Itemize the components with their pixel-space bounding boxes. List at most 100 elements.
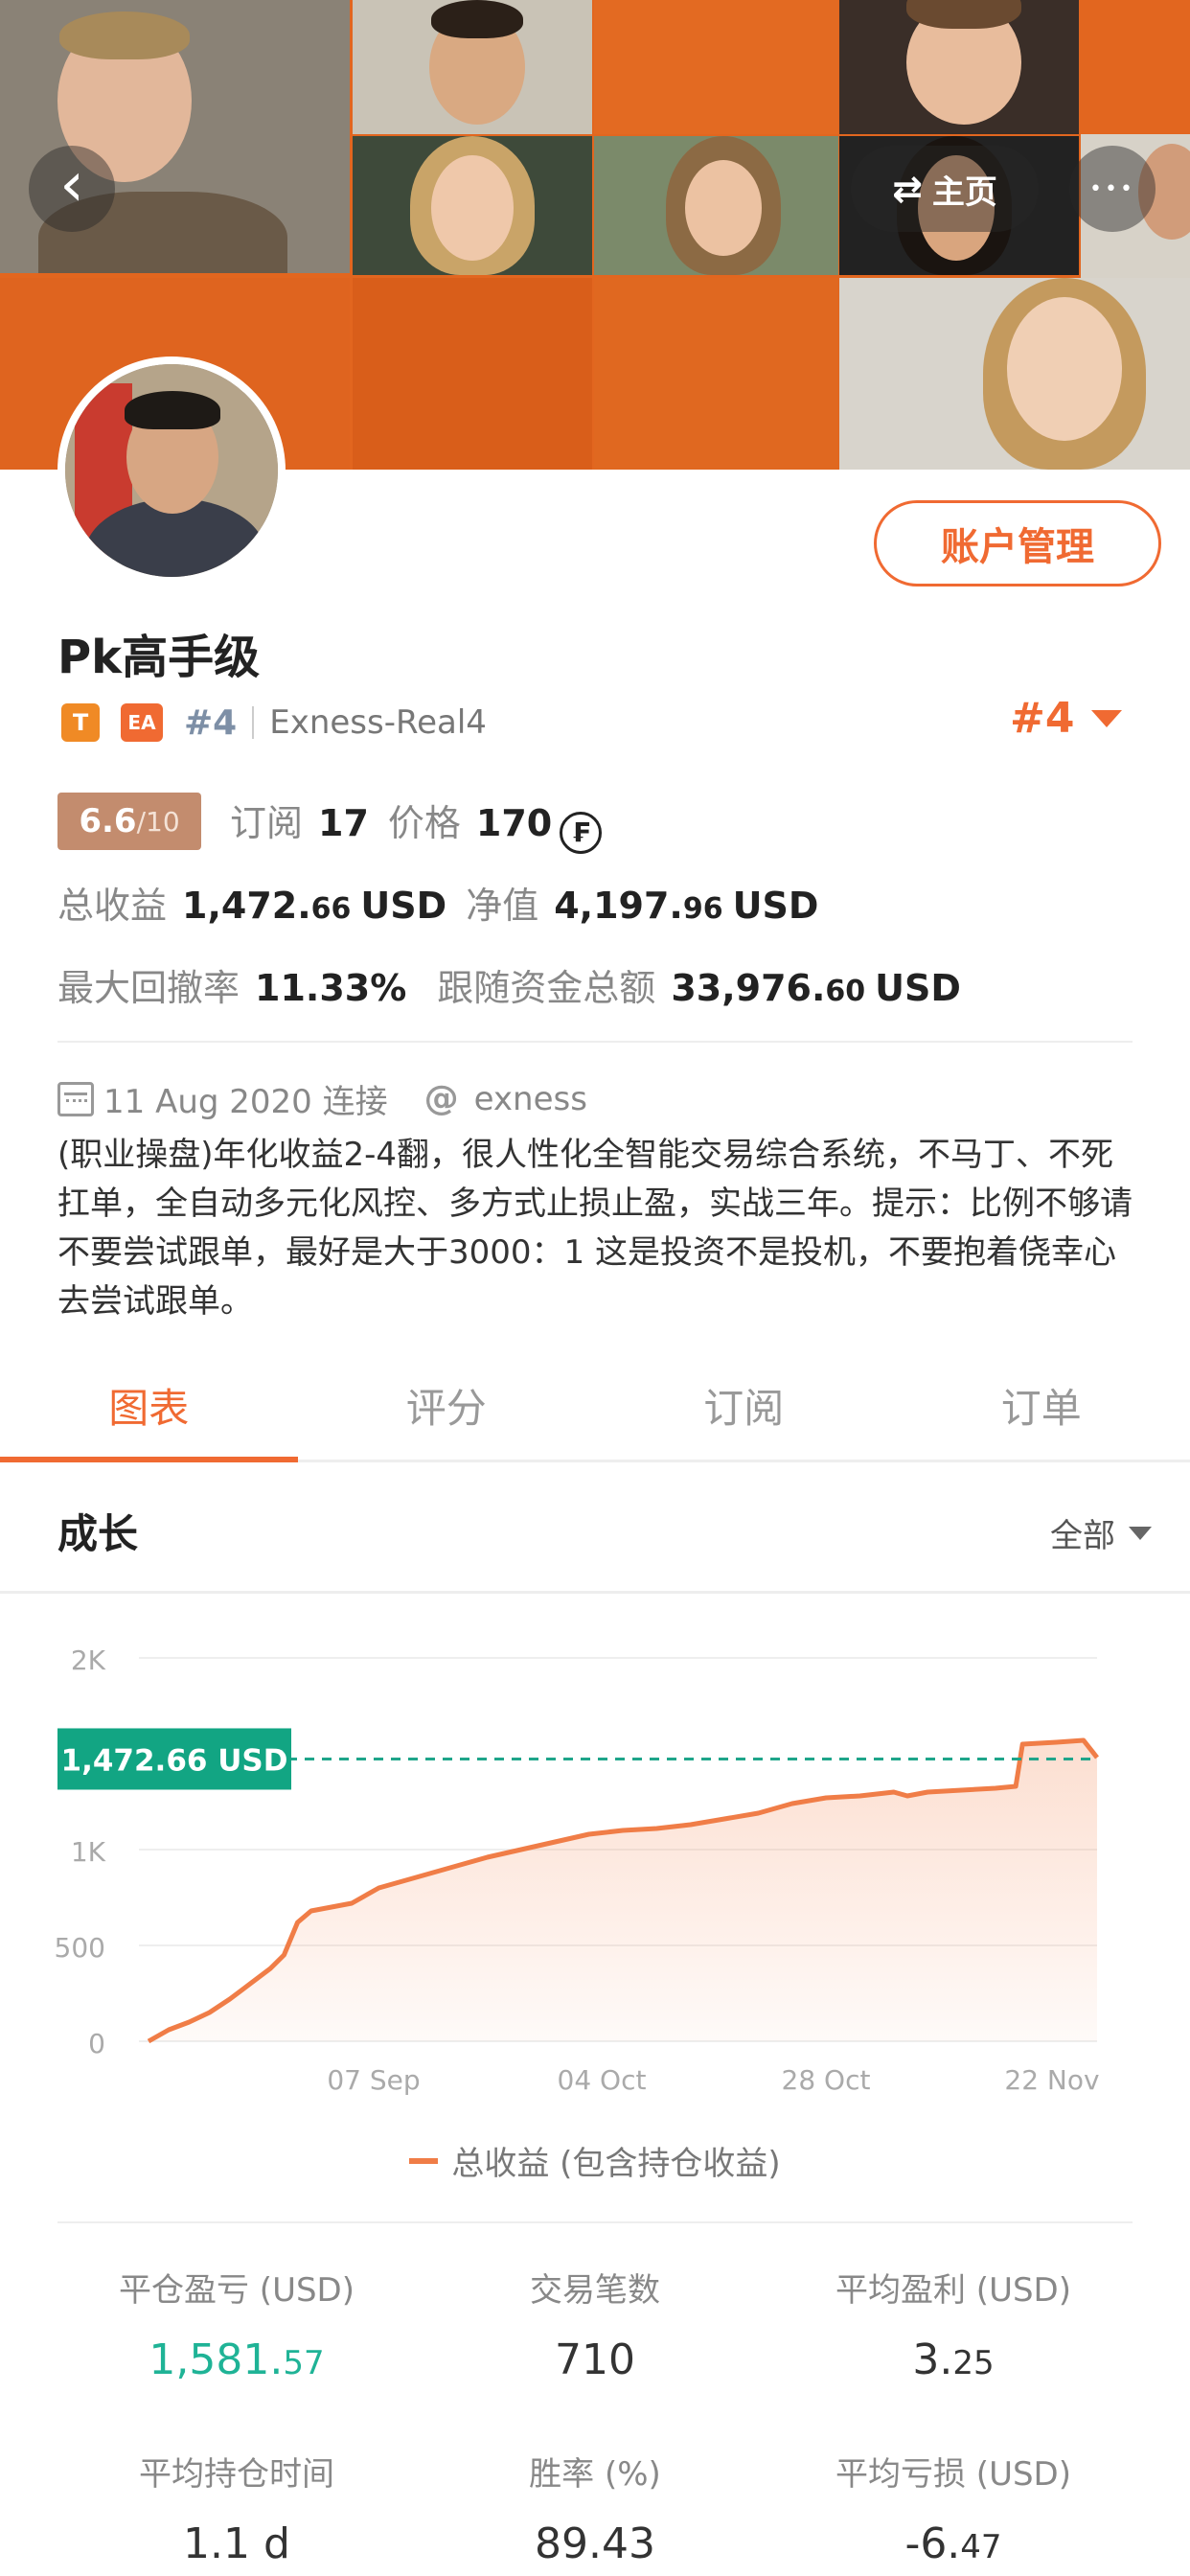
stats-grid: 平仓盈亏 (USD) 1,581.57 交易笔数 710 平均盈利 (USD) 3.25 平… <box>57 2221 1133 2568</box>
avg-hold-time-label: 平均持仓时间 <box>139 2455 334 2494</box>
caret-down-icon <box>1129 1526 1152 1540</box>
divider <box>57 1041 1133 1043</box>
avg-loss-stat: 平均亏损 (USD) -6.47 <box>774 2448 1133 2568</box>
equity-value: 4,197.96 <box>554 885 723 927</box>
drawdown-value: 11.33% <box>255 967 407 1009</box>
tab-rating[interactable]: 评分 <box>298 1351 596 1460</box>
meta-row: 11 Aug 2020 连接 @ exness <box>57 1075 587 1122</box>
growth-title: 成长 <box>57 1510 139 1557</box>
y-tick-label: 0 <box>88 2028 105 2059</box>
avatar[interactable] <box>57 356 286 585</box>
calendar-icon <box>57 1081 94 1116</box>
home-label: 主页 <box>931 172 997 212</box>
win-rate-label: 胜率 (%) <box>529 2455 661 2494</box>
broker-name: exness <box>473 1079 587 1118</box>
caret-down-icon <box>1091 709 1123 727</box>
account-management-button[interactable]: 账户管理 <box>874 500 1161 586</box>
avg-hold-time-stat: 平均持仓时间 1.1 d <box>57 2448 416 2568</box>
score-badge: 6.6/10 <box>57 793 201 850</box>
avg-profit-label: 平均盈利 (USD) <box>835 2271 1071 2310</box>
growth-chart[interactable]: 2K 1K 500 0 07 Sep 04 Oct 28 Oct 22 Nov 1,472.66… <box>0 1620 1190 2118</box>
follow-funds-unit: USD <box>875 967 961 1009</box>
ea-badge: EA <box>121 703 163 742</box>
win-rate-value: 89.43 <box>535 2519 655 2568</box>
chart-legend: 总收益 (包含持仓收益) <box>0 2137 1190 2184</box>
avg-profit-value: 3.25 <box>912 2335 995 2384</box>
score-max: /10 <box>136 805 180 838</box>
tab-bar: 图表 评分 订阅 订单 <box>0 1351 1190 1462</box>
profit-equity-row: 总收益 1,472.66 USD 净值 4,197.96 USD <box>57 876 837 929</box>
subscribe-label: 订阅 <box>230 802 304 844</box>
range-filter[interactable]: 全部 <box>1050 1509 1152 1556</box>
more-button[interactable]: ••• <box>1069 146 1156 232</box>
current-value-label: 1,472.66 USD <box>61 1743 288 1778</box>
closed-pnl-value: 1,581.57 <box>149 2335 325 2384</box>
growth-header: 成长 全部 <box>0 1463 1190 1594</box>
trader-name: Pk高手级 <box>57 631 261 684</box>
closed-pnl-label: 平仓盈亏 (USD) <box>119 2271 355 2310</box>
cover-photo <box>0 0 350 273</box>
subscribe-count: 17 <box>318 802 369 844</box>
rank-dropdown[interactable]: #4 <box>1010 694 1123 743</box>
drawdown-label: 最大回撤率 <box>57 967 240 1009</box>
price-value: 170 <box>475 802 553 844</box>
rank-label: #4 <box>184 702 238 743</box>
home-button[interactable]: ⇄ 主页 <box>851 146 1039 232</box>
drawdown-follow-row: 最大回撤率 11.33% 跟随资金总额 33,976.60 USD <box>57 958 980 1011</box>
avg-hold-time-value: 1.1 d <box>183 2519 290 2568</box>
x-tick-label: 04 Oct <box>558 2064 647 2096</box>
score-value: 6.6 <box>79 802 137 840</box>
subscribe-price-row: 订阅 17 价格 170 ₣ <box>230 794 603 854</box>
cover-photo <box>839 278 1190 470</box>
divider <box>252 706 255 739</box>
legend-swatch <box>409 2157 439 2164</box>
total-profit-label: 总收益 <box>57 885 168 927</box>
x-tick-label: 22 Nov <box>1004 2064 1099 2096</box>
trade-count-label: 交易笔数 <box>530 2271 660 2310</box>
avatar-photo <box>65 364 278 577</box>
closed-pnl-stat: 平仓盈亏 (USD) 1,581.57 <box>57 2264 416 2384</box>
y-tick-label: 1K <box>71 1836 106 1868</box>
cover-tile <box>353 278 592 470</box>
strategy-description: (职业操盘)年化收益2-4翻，很人性化全智能交易综合系统，不马丁、不死扛单，全自… <box>57 1136 1133 1321</box>
follow-funds-value: 33,976.60 <box>671 967 866 1009</box>
avg-profit-stat: 平均盈利 (USD) 3.25 <box>774 2264 1133 2384</box>
back-button[interactable]: ‹ <box>29 146 115 232</box>
avg-loss-value: -6.47 <box>904 2519 1002 2568</box>
tab-chart[interactable]: 图表 <box>0 1351 298 1462</box>
cover-photo <box>353 136 592 275</box>
server-name: Exness-Real4 <box>269 703 487 742</box>
cover-photo <box>839 0 1079 134</box>
cover-photo <box>353 0 592 134</box>
coin-icon: ₣ <box>560 811 603 854</box>
more-icon: ••• <box>1089 176 1135 201</box>
y-tick-label: 2K <box>71 1644 106 1676</box>
badge-row: T EA #4 Exness-Real4 <box>61 698 487 748</box>
trade-count-stat: 交易笔数 710 <box>416 2264 774 2384</box>
trader-badge: T <box>61 703 100 742</box>
legend-label: 总收益 (包含持仓收益) <box>451 2145 781 2183</box>
back-icon: ‹ <box>59 150 84 220</box>
rank-value: #4 <box>1010 694 1075 743</box>
equity-label: 净值 <box>466 885 539 927</box>
total-profit-value: 1,472.66 <box>182 885 352 927</box>
tab-orders[interactable]: 订单 <box>893 1351 1190 1460</box>
cover-photo <box>594 136 838 275</box>
trade-count-value: 710 <box>555 2335 635 2384</box>
total-profit-unit: USD <box>360 885 447 927</box>
cover-tile <box>594 0 838 134</box>
x-tick-label: 28 Oct <box>782 2064 871 2096</box>
equity-unit: USD <box>732 885 819 927</box>
range-filter-label: 全部 <box>1050 1517 1115 1555</box>
cover-tile <box>594 278 838 470</box>
x-tick-label: 07 Sep <box>327 2064 420 2096</box>
avg-loss-label: 平均亏损 (USD) <box>835 2455 1071 2494</box>
y-tick-label: 500 <box>55 1932 105 1964</box>
follow-funds-label: 跟随资金总额 <box>437 967 656 1009</box>
swap-icon: ⇄ <box>892 168 923 210</box>
at-icon: @ <box>423 1079 459 1118</box>
connect-date: 11 Aug 2020 连接 <box>103 1083 388 1121</box>
price-label: 价格 <box>387 802 461 844</box>
tab-subscribe[interactable]: 订阅 <box>595 1351 893 1460</box>
win-rate-stat: 胜率 (%) 89.43 <box>416 2448 774 2568</box>
